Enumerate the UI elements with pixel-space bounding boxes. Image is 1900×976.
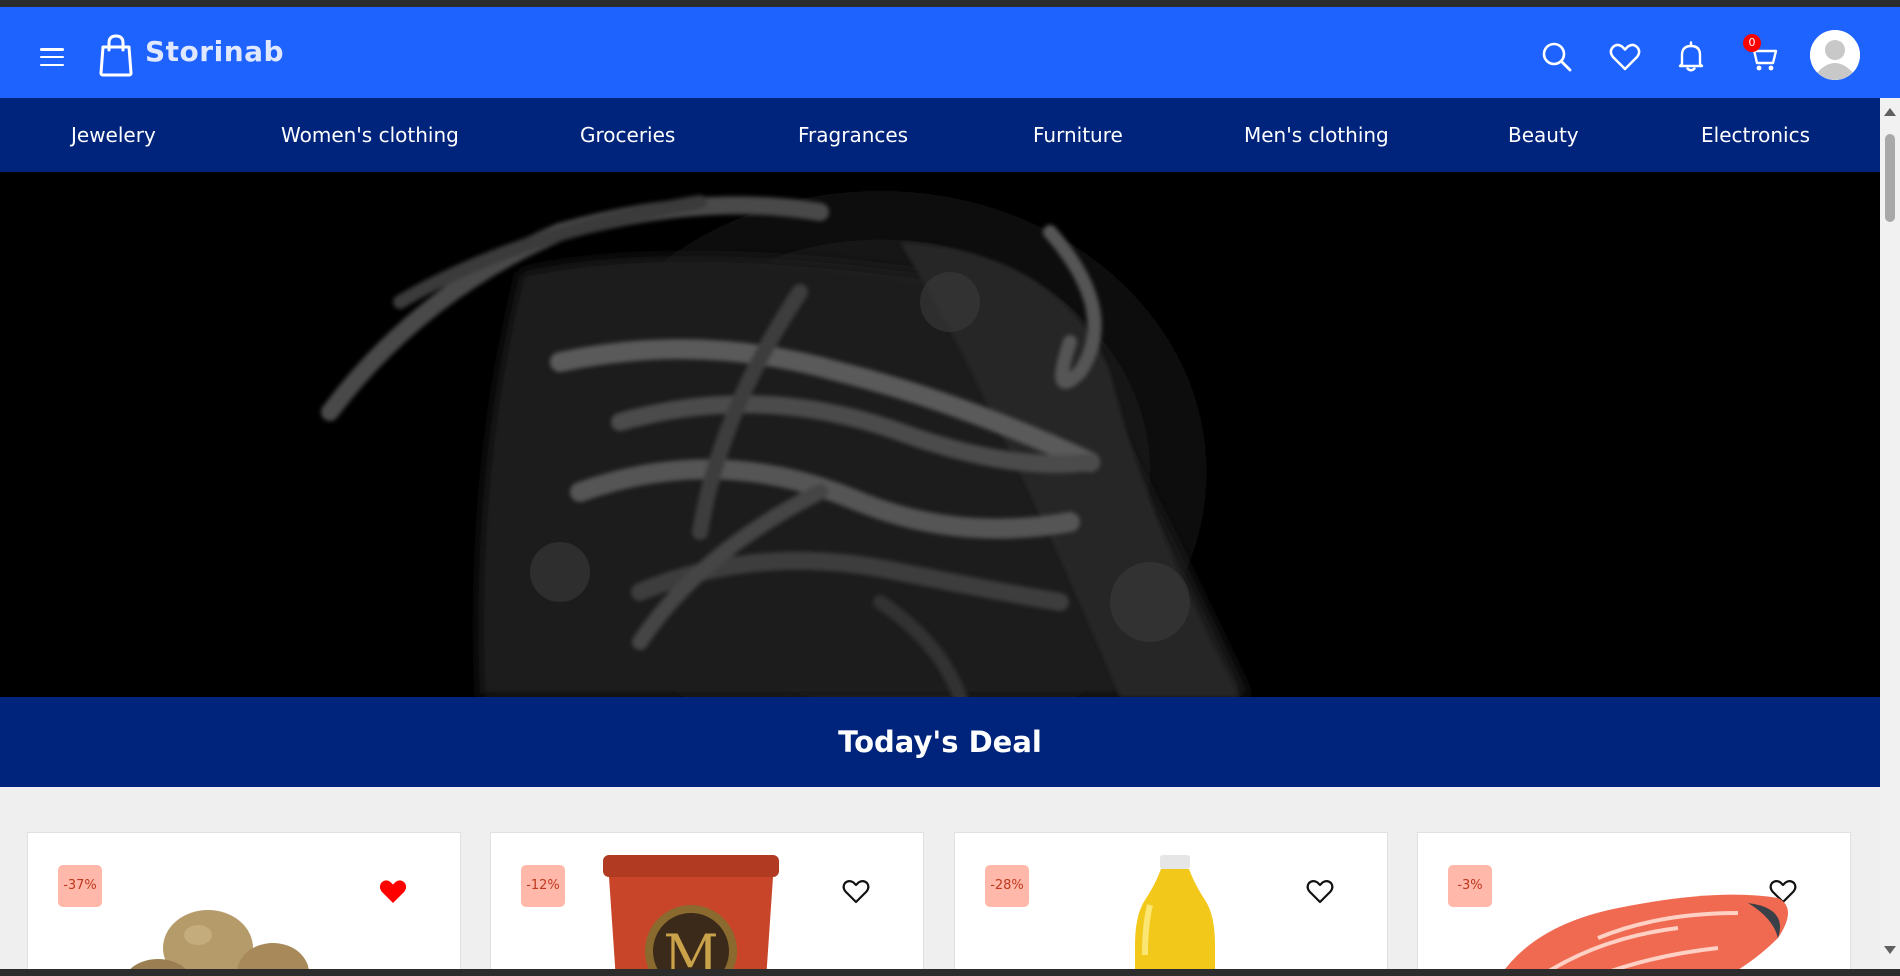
potatoes-image — [125, 910, 309, 976]
page-scrollbar[interactable] — [1880, 98, 1900, 976]
bell-icon[interactable] — [1674, 40, 1708, 74]
category-nav: Jewelery Women's clothing Groceries Frag… — [0, 98, 1880, 172]
product-card[interactable]: -12% M — [490, 832, 924, 976]
nav-item-electronics[interactable]: Electronics — [1701, 98, 1810, 172]
heart-outline-icon[interactable] — [1305, 877, 1335, 905]
nav-item-fragrances[interactable]: Fragrances — [798, 98, 908, 172]
nav-item-groceries[interactable]: Groceries — [580, 98, 675, 172]
top-header: Storinab 0 — [0, 7, 1900, 98]
sneaker-laces-image — [0, 172, 1880, 697]
heart-filled-icon[interactable] — [378, 877, 408, 905]
window-bottom-edge — [0, 969, 1900, 976]
brand-name[interactable]: Storinab — [145, 35, 284, 68]
nav-item-jewelery[interactable]: Jewelery — [71, 98, 156, 172]
scroll-up-arrow-icon[interactable] — [1884, 108, 1896, 116]
product-card[interactable]: -28% — [954, 832, 1388, 976]
heart-outline-icon[interactable] — [841, 877, 871, 905]
nav-item-beauty[interactable]: Beauty — [1508, 98, 1579, 172]
avatar[interactable] — [1810, 30, 1860, 80]
shopping-bag-icon[interactable] — [96, 33, 136, 77]
product-card[interactable]: -37% — [27, 832, 461, 976]
menu-icon[interactable] — [40, 48, 64, 68]
ice-cream-tub-image: M — [603, 855, 779, 976]
todays-deal-heading: Today's Deal — [0, 697, 1880, 787]
cart-count-badge: 0 — [1743, 34, 1761, 52]
discount-badge: -12% — [521, 865, 565, 907]
salmon-fillet-image — [1500, 894, 1788, 976]
avatar-icon — [1810, 30, 1860, 80]
scroll-down-arrow-icon[interactable] — [1884, 946, 1896, 954]
hero-banner — [0, 172, 1880, 697]
nav-item-mens-clothing[interactable]: Men's clothing — [1244, 98, 1389, 172]
heart-icon[interactable] — [1608, 40, 1642, 74]
discount-badge: -28% — [985, 865, 1029, 907]
window-top-edge — [0, 0, 1900, 7]
storefront-page: Storinab 0 Jewelery Women's clothing Gro… — [0, 0, 1900, 976]
juice-bottle-image — [1135, 855, 1215, 976]
nav-item-womens-clothing[interactable]: Women's clothing — [281, 98, 459, 172]
scrollbar-thumb[interactable] — [1885, 134, 1895, 222]
discount-badge: -37% — [58, 865, 102, 907]
product-card[interactable]: -3% — [1417, 832, 1851, 976]
nav-item-furniture[interactable]: Furniture — [1033, 98, 1123, 172]
search-icon[interactable] — [1540, 40, 1574, 74]
